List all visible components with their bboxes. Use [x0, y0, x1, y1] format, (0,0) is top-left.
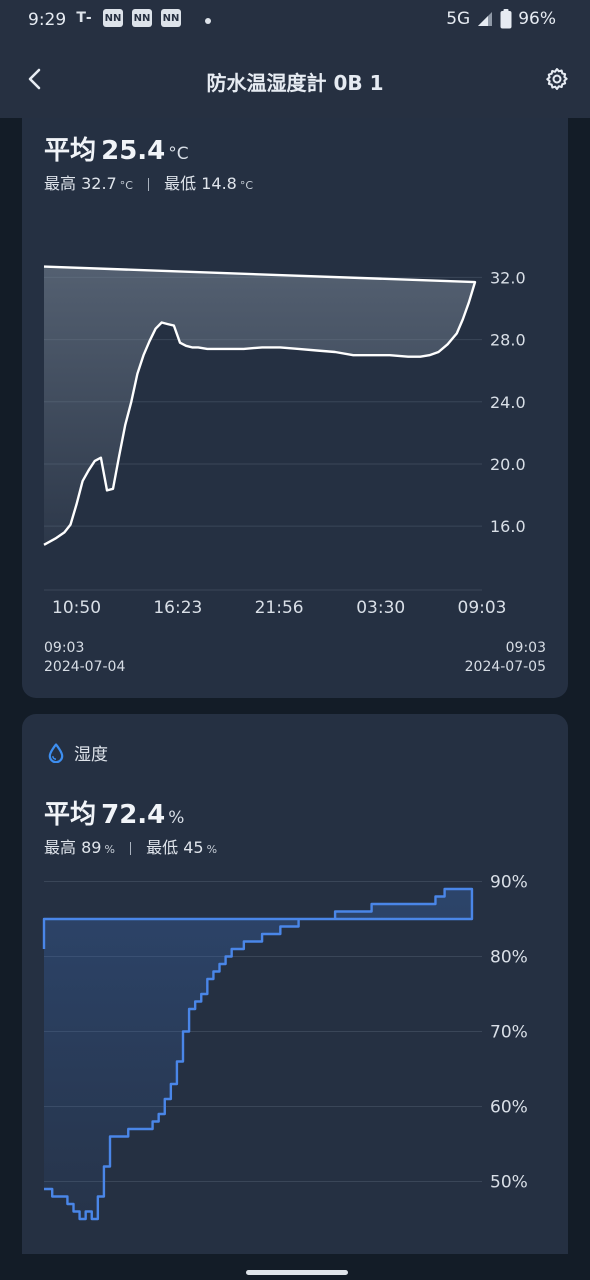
range-end: 09:03 2024-07-05 [465, 639, 546, 677]
x-tick-label: 03:30 [356, 598, 405, 618]
y-tick-label: 24.0 [490, 393, 526, 412]
y-tick-label: 80% [490, 948, 528, 968]
series-area [44, 266, 475, 590]
battery-level: 96% [518, 9, 556, 29]
range-end-time: 09:03 [505, 640, 546, 656]
series-area [44, 889, 472, 1274]
range-end-date: 2024-07-05 [464, 659, 546, 675]
temperature-chart[interactable]: 16.0 20.0 24.0 28.0 32.0 10:50 16:23 21:56 03:30… [22, 100, 568, 698]
humidity-card: 湿度 平均 72.4% 最高 89% 最低 45% 50% 60% 70% 80% 90… [22, 714, 568, 1274]
y-tick-label: 90% [490, 873, 528, 893]
status-time: 9:29 [28, 10, 67, 30]
news-app-icon: NN [161, 9, 181, 27]
humidity-chart[interactable]: 50% 60% 70% 80% 90% [22, 714, 568, 1274]
home-gesture-handle[interactable] [246, 1270, 348, 1275]
y-tick-label: 60% [490, 1098, 528, 1118]
x-tick-label: 16:23 [153, 598, 202, 618]
y-tick-label: 28.0 [490, 331, 526, 350]
y-tick-label: 50% [490, 1173, 528, 1193]
y-tick-label: 20.0 [490, 455, 526, 474]
y-tick-label: 16.0 [490, 517, 526, 536]
range-start: 09:03 2024-07-04 [44, 639, 125, 677]
network-label: 5G [446, 9, 471, 29]
x-tick-label: 10:50 [52, 598, 101, 618]
notification-icons: T‑ NN NN NN [74, 9, 181, 27]
system-nav-bar [0, 1254, 590, 1280]
status-right: 5G 96% [446, 9, 556, 29]
y-tick-label: 32.0 [490, 268, 526, 287]
status-bar: 9:29 T‑ NN NN NN 5G 96% [0, 0, 590, 40]
x-tick-label: 09:03 [458, 598, 507, 618]
y-tick-label: 70% [490, 1023, 528, 1043]
settings-button[interactable] [542, 64, 572, 94]
range-start-time: 09:03 [44, 640, 85, 656]
range-start-date: 2024-07-04 [44, 659, 126, 675]
transit-app-icon: T‑ [76, 10, 92, 26]
page-title: 防水温湿度計 0B 1 [206, 71, 384, 95]
news-app-icon: NN [103, 9, 123, 27]
battery-icon [500, 9, 512, 29]
app-header: 防水温湿度計 0B 1 [0, 40, 590, 118]
news-app-icon: NN [132, 9, 152, 27]
signal-icon [478, 12, 493, 26]
x-tick-label: 21:56 [255, 598, 304, 618]
more-notifications-dot-icon [205, 18, 211, 24]
gear-icon [546, 68, 568, 90]
temperature-card: 平均 25.4 °C 最高 32.7 °C 最低 14.8 °C 16.0 20.0 24… [22, 100, 568, 698]
